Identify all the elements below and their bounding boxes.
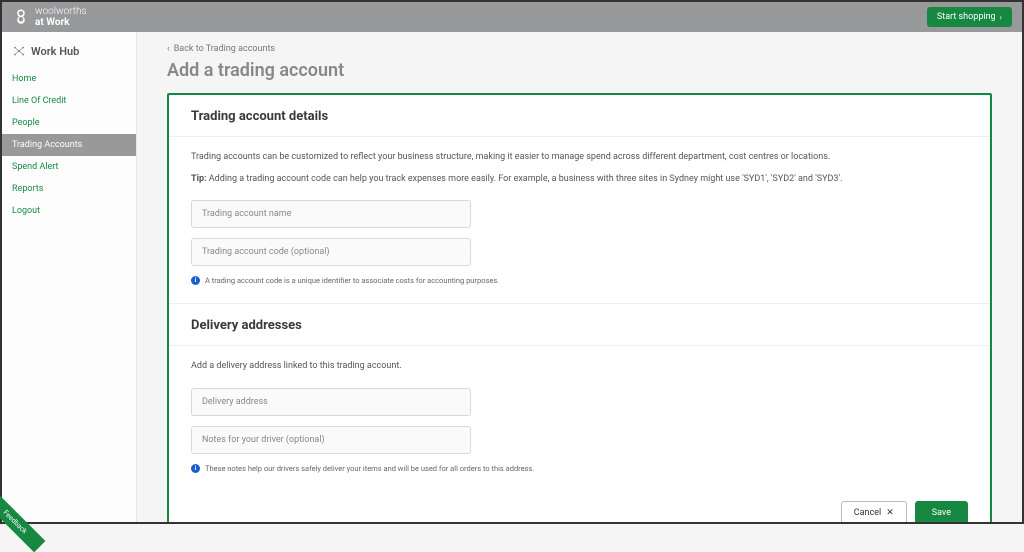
section-trading-details: Trading account details Trading accounts… [169, 95, 990, 303]
tip-text: Tip: Adding a trading account code can h… [191, 173, 968, 187]
hint-text-delivery: These notes help our drivers safely deli… [205, 464, 534, 473]
top-bar: woolworths at Work Start shopping › [2, 2, 1022, 32]
delivery-address-input[interactable] [191, 388, 471, 416]
hint-text-trading: A trading account code is a unique ident… [205, 276, 499, 285]
tip-body: Adding a trading account code can help y… [207, 174, 843, 184]
section-heading-trading: Trading account details [191, 109, 968, 124]
sidebar-item-line-of-credit[interactable]: Line Of Credit [2, 90, 136, 112]
divider [169, 345, 990, 346]
sidebar-item-home[interactable]: Home [2, 68, 136, 90]
sidebar-title: Work Hub [2, 38, 136, 68]
info-icon: i [191, 276, 200, 285]
brand-text: woolworths at Work [35, 6, 87, 28]
section-delivery: Delivery addresses Add a delivery addres… [169, 303, 990, 491]
hub-icon [12, 44, 26, 58]
main-content: ‹ Back to Trading accounts Add a trading… [137, 32, 1022, 522]
save-button[interactable]: Save [915, 501, 968, 523]
brand-line1: woolworths [35, 6, 87, 17]
info-icon: i [191, 464, 200, 473]
help-text-trading: Trading accounts can be customized to re… [191, 151, 968, 165]
page-title: Add a trading account [167, 60, 992, 81]
section-heading-delivery: Delivery addresses [191, 318, 968, 333]
sidebar-item-reports[interactable]: Reports [2, 178, 136, 200]
sidebar-item-spend-alert[interactable]: Spend Alert [2, 156, 136, 178]
cancel-label: Cancel [854, 508, 881, 518]
divider [169, 136, 990, 137]
help-text-delivery: Add a delivery address linked to this tr… [191, 360, 968, 374]
brand: woolworths at Work [12, 6, 87, 28]
chevron-right-icon: › [1000, 13, 1002, 22]
hint-row-delivery: i These notes help our drivers safely de… [191, 464, 968, 473]
woolworths-logo-icon [12, 8, 30, 26]
trading-account-name-input[interactable] [191, 200, 471, 228]
layout: Work Hub Home Line Of Credit People Trad… [2, 32, 1022, 522]
sidebar: Work Hub Home Line Of Credit People Trad… [2, 32, 137, 522]
close-icon: ✕ [886, 508, 894, 518]
sidebar-title-label: Work Hub [31, 45, 79, 58]
back-link[interactable]: ‹ Back to Trading accounts [167, 44, 992, 54]
form-actions: Cancel ✕ Save [169, 491, 990, 523]
driver-notes-input[interactable] [191, 426, 471, 454]
cancel-button[interactable]: Cancel ✕ [841, 501, 907, 523]
trading-account-code-input[interactable] [191, 238, 471, 266]
sidebar-item-people[interactable]: People [2, 112, 136, 134]
hint-row-trading: i A trading account code is a unique ide… [191, 276, 968, 285]
back-link-label: Back to Trading accounts [174, 44, 275, 54]
tip-prefix: Tip: [191, 174, 207, 184]
sidebar-item-trading-accounts[interactable]: Trading Accounts [2, 134, 136, 156]
start-shopping-button[interactable]: Start shopping › [927, 7, 1012, 27]
form-card: Trading account details Trading accounts… [167, 93, 992, 522]
sidebar-item-logout[interactable]: Logout [2, 200, 136, 222]
chevron-left-icon: ‹ [167, 44, 170, 54]
feedback-tab[interactable]: Feedback [0, 492, 46, 552]
start-shopping-label: Start shopping [937, 12, 996, 22]
brand-line2: at Work [35, 17, 87, 28]
